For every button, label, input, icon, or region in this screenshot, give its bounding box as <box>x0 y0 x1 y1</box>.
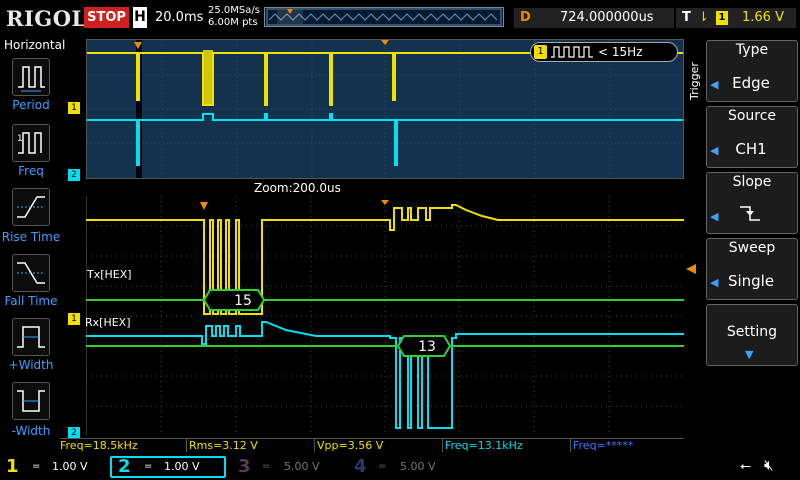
measurement-ch2-freq[interactable]: Freq=13.1kHz <box>442 438 570 452</box>
channel-1-coupling-icon: = <box>32 461 41 472</box>
fall-time-button[interactable] <box>12 254 50 292</box>
trigger-slope-arrow-icon: ◀ <box>710 210 719 223</box>
channel-4-status[interactable]: 4 = 5.00 V <box>344 454 460 480</box>
measurement-ch1-freq-text: Freq=18.5kHz <box>60 439 138 452</box>
sample-rate: 25.0MSa/s <box>208 5 260 16</box>
trigger-level-value: 1.66 V <box>742 10 784 25</box>
measurement-freq-empty-text: Freq=***** <box>573 439 634 452</box>
channel-2-status[interactable]: 2 = 1.00 V <box>110 456 226 478</box>
freq-badge-value: < 15Hz <box>598 45 643 59</box>
rise-time-label: Rise Time <box>1 230 61 244</box>
timebase-value[interactable]: 20.0ms <box>155 7 203 28</box>
minus-width-icon <box>17 390 45 412</box>
rigol-logo: RIGOL <box>6 6 87 31</box>
delay-value[interactable]: 724.000000us <box>560 8 654 28</box>
delay-label: D <box>520 10 531 25</box>
zoom-waveform-window[interactable] <box>85 196 684 436</box>
freq-button[interactable]: 1 <box>12 124 50 162</box>
square-wave-icon <box>550 44 594 64</box>
measurement-ch1-vpp-text: Vpp=3.56 V <box>317 439 384 452</box>
rise-time-icon <box>17 196 45 218</box>
period-icon <box>18 66 45 92</box>
usb-icon: ⭠ <box>740 458 752 474</box>
rx-decode-value: 13 <box>418 339 436 355</box>
trigger-channel-badge: 1 <box>716 11 728 25</box>
freq-label: Freq <box>18 164 44 178</box>
trigger-source-value: CH1 <box>735 140 767 158</box>
channel-2-coupling-icon: = <box>144 461 153 472</box>
channel-4-number: 4 <box>354 456 367 477</box>
zoom-timebase-label: Zoom:200.0us <box>254 181 341 195</box>
channel-3-coupling-icon: = <box>262 461 271 472</box>
period-button[interactable] <box>12 58 50 96</box>
acquisition-info: 25.0MSa/s 6.00M pts <box>208 5 260 29</box>
measurement-ch1-vpp[interactable]: Vpp=3.56 V <box>314 438 442 452</box>
trigger-type-title: Type <box>735 42 769 58</box>
speaker-muted-icon[interactable]: 🔇︎ <box>764 456 773 474</box>
overview-ch2-marker[interactable]: 2 <box>68 169 80 181</box>
horizontal-title: Horizontal <box>4 38 66 52</box>
measurement-ch2-freq-text: Freq=13.1kHz <box>445 439 523 452</box>
period-label: Period <box>12 98 50 112</box>
measurement-ch1-freq[interactable]: Freq=18.5kHz <box>60 438 186 452</box>
freq-badge-channel: 1 <box>534 45 547 59</box>
trigger-level-marker[interactable] <box>686 264 696 274</box>
rx-bus-label: Rx[HEX] <box>85 316 131 329</box>
channel-4-coupling-icon: = <box>378 461 387 472</box>
trigger-source-title: Source <box>727 108 777 124</box>
trigger-menu-title: Trigger <box>688 62 701 100</box>
plus-width-icon <box>17 326 45 348</box>
channel-1-status[interactable]: 1 = 1.00 V <box>0 454 110 480</box>
trigger-slope-title: Slope <box>732 174 772 190</box>
channel-3-status[interactable]: 3 = 5.00 V <box>228 454 344 480</box>
memory-strip-waveform <box>266 8 502 26</box>
trigger-label: T <box>682 10 691 25</box>
memory-position-strip[interactable] <box>264 7 504 27</box>
timebase-label: H <box>133 7 147 28</box>
overview-ch1-marker[interactable]: 1 <box>68 102 80 114</box>
run-stop-indicator[interactable]: STOP <box>84 7 129 28</box>
trigger-sweep-title: Sweep <box>728 240 776 256</box>
tx-decode-value: 15 <box>234 293 252 309</box>
zoom-waveform <box>85 196 684 436</box>
trigger-setting-arrow-icon: ▼ <box>745 348 754 361</box>
tx-bus-label: Tx[HEX] <box>87 268 132 281</box>
minus-width-label: -Width <box>11 424 51 438</box>
plus-width-label: +Width <box>8 358 54 372</box>
channel-3-scale: 5.00 V <box>284 460 320 473</box>
trigger-edge-icon: ⇂ <box>698 10 709 25</box>
trigger-type-value: Edge <box>732 74 770 92</box>
channel-2-number: 2 <box>118 456 131 477</box>
memory-depth: 6.00M pts <box>208 17 258 28</box>
minus-width-button[interactable] <box>12 382 50 420</box>
freq-icon: 1 <box>17 132 42 154</box>
measurement-ch1-rms-text: Rms=3.12 V <box>189 439 258 452</box>
trigger-sweep-value: Single <box>727 272 775 290</box>
zoom-ch1-marker[interactable]: 1 <box>68 313 80 325</box>
plus-width-button[interactable] <box>12 318 50 356</box>
channel-1-scale: 1.00 V <box>52 460 88 473</box>
channel-1-number: 1 <box>6 456 19 477</box>
measurement-freq-empty[interactable]: Freq=***** <box>570 438 684 452</box>
fall-time-icon <box>17 262 45 284</box>
channel-2-scale: 1.00 V <box>164 460 200 473</box>
trigger-setting-title: Setting <box>726 324 778 340</box>
channel-3-number: 3 <box>238 456 251 477</box>
svg-text:1: 1 <box>17 134 23 144</box>
rise-time-button[interactable] <box>12 188 50 226</box>
measurement-ch1-rms[interactable]: Rms=3.12 V <box>186 438 314 452</box>
falling-edge-icon <box>738 202 762 228</box>
fall-time-label: Fall Time <box>4 294 58 308</box>
channel-4-scale: 5.00 V <box>400 460 436 473</box>
